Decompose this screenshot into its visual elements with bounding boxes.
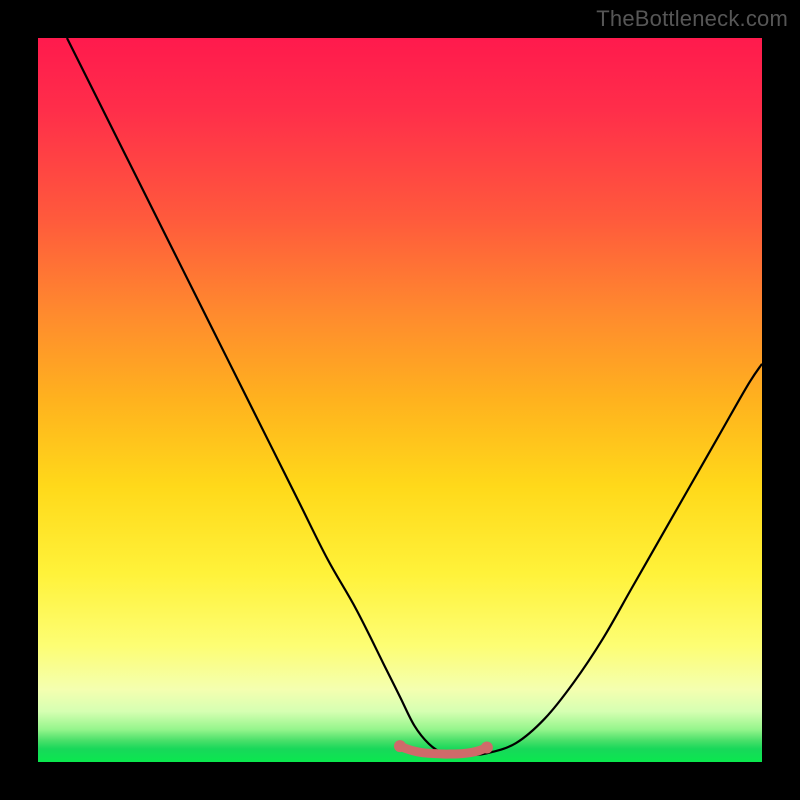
watermark-text: TheBottleneck.com [596, 6, 788, 32]
marked-range-start-dot [394, 740, 406, 752]
bottleneck-curve-path [67, 38, 762, 755]
gradient-plot-area [38, 38, 762, 762]
marked-range-end-dot [481, 742, 493, 754]
chart-frame: TheBottleneck.com [0, 0, 800, 800]
marked-range-path [400, 746, 487, 754]
curve-svg [38, 38, 762, 762]
